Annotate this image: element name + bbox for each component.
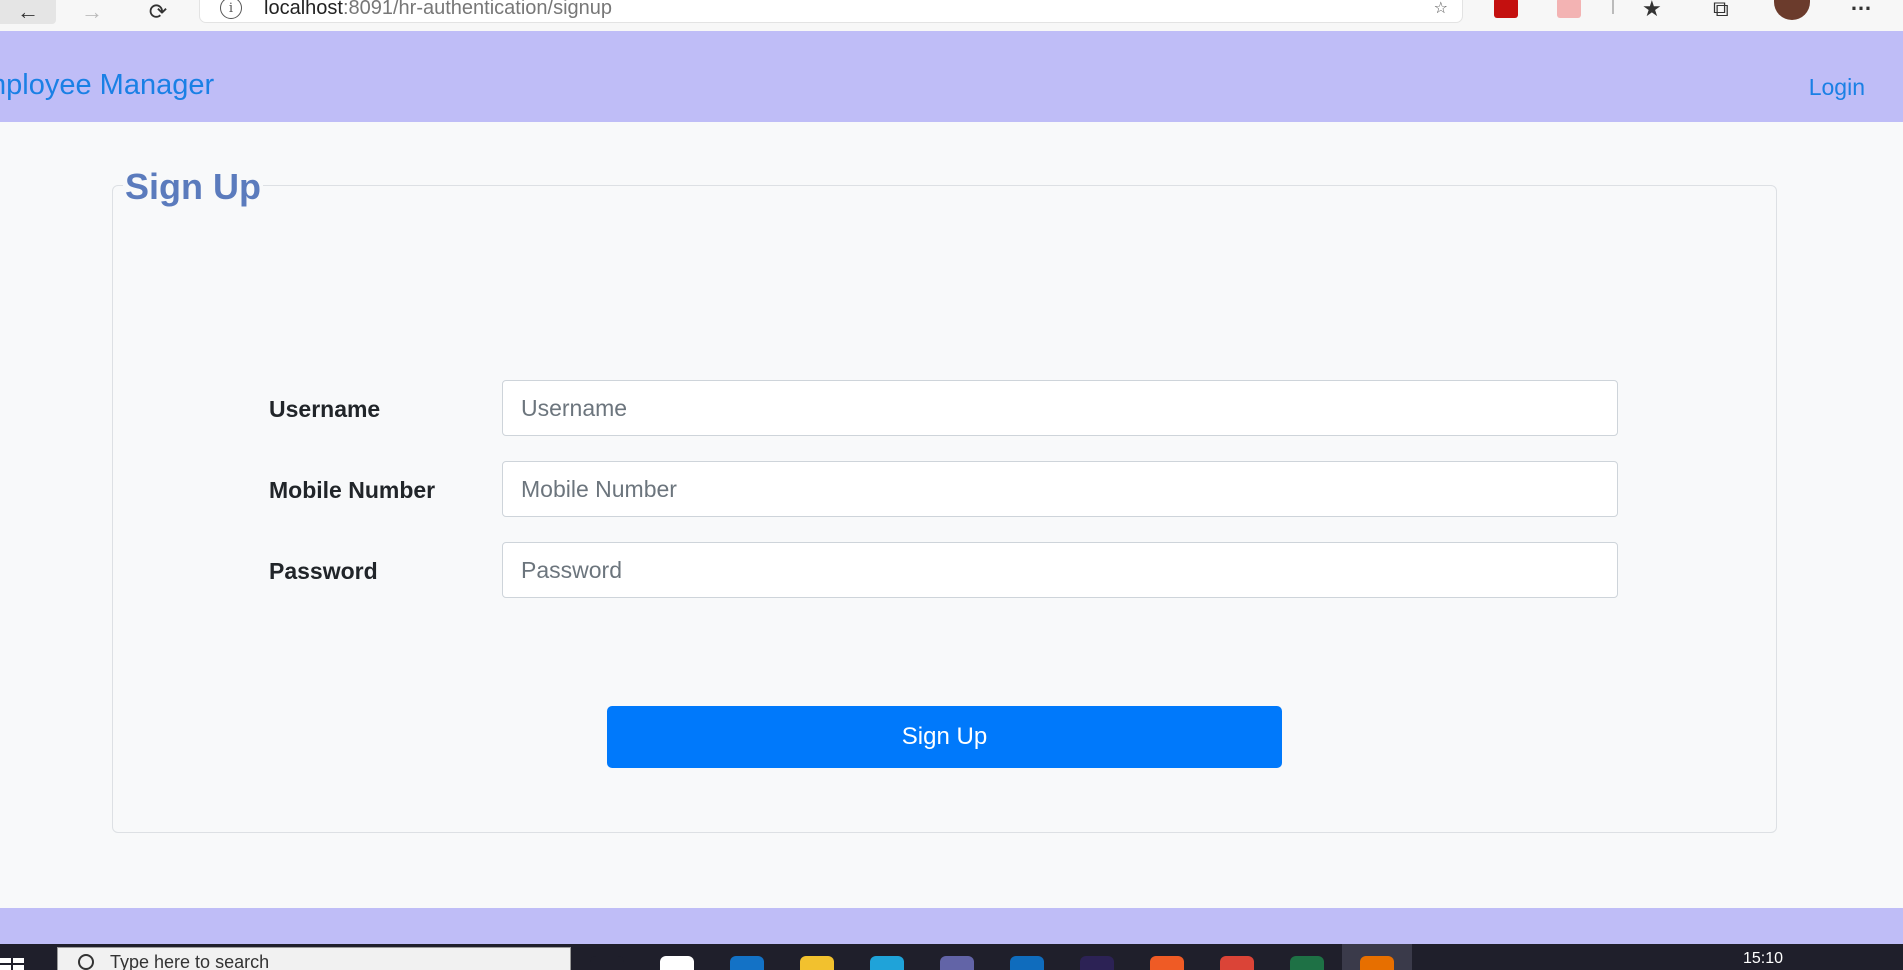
toolbar-divider <box>1612 0 1614 14</box>
mail-icon[interactable] <box>730 956 764 970</box>
mobile-number-row: Mobile Number <box>113 461 1776 517</box>
mobile-number-input[interactable] <box>502 461 1618 517</box>
back-arrow-icon[interactable]: ← <box>0 0 56 24</box>
task-view-icon[interactable] <box>590 956 624 970</box>
brand-link[interactable]: mployee Manager <box>0 69 214 102</box>
favorites-icon[interactable]: ★ <box>1642 0 1662 20</box>
collections-icon[interactable]: ⧉ <box>1713 0 1729 20</box>
eclipse-icon[interactable] <box>1080 956 1114 970</box>
taskbar-search-box[interactable]: Type here to search <box>57 947 571 970</box>
taskbar-search-placeholder: Type here to search <box>110 951 270 970</box>
add-favorite-icon[interactable]: ☆ <box>1434 0 1448 18</box>
outlook-icon[interactable] <box>1010 956 1044 970</box>
excel-icon[interactable] <box>1290 956 1324 970</box>
java-icon[interactable] <box>1342 944 1412 970</box>
signup-fieldset: Sign Up Username Mobile Number Password … <box>112 166 1777 833</box>
chrome-icon[interactable] <box>1220 956 1254 970</box>
info-icon[interactable]: i <box>220 0 242 19</box>
browser-toolbar: ← → ⟳ i localhost:8091/hr-authentication… <box>0 0 1903 31</box>
file-explorer-icon[interactable] <box>800 956 834 970</box>
windows-taskbar: Type here to search 15:10 <box>0 944 1903 970</box>
password-row: Password <box>113 542 1776 598</box>
store-icon[interactable] <box>660 956 694 970</box>
more-menu-icon[interactable]: … <box>1850 0 1873 14</box>
url-text[interactable]: localhost:8091/hr-authentication/signup <box>264 0 612 20</box>
app-footer <box>0 908 1903 944</box>
taskbar-clock[interactable]: 15:10 <box>1743 950 1783 968</box>
sign-up-button[interactable]: Sign Up <box>607 706 1282 768</box>
forward-arrow-icon[interactable]: → <box>70 0 114 24</box>
teams-icon[interactable] <box>940 956 974 970</box>
signup-legend: Sign Up <box>123 166 263 208</box>
profile-avatar[interactable] <box>1774 0 1810 20</box>
password-input[interactable] <box>502 542 1618 598</box>
mobile-number-label: Mobile Number <box>269 477 436 503</box>
acrobat-extension-icon[interactable] <box>1494 0 1518 18</box>
login-link[interactable]: Login <box>1809 74 1865 101</box>
search-icon <box>78 954 94 970</box>
windows-start-icon[interactable] <box>0 958 24 970</box>
app-navbar: mployee Manager Login <box>0 31 1903 122</box>
username-input[interactable] <box>502 380 1618 436</box>
refresh-icon[interactable]: ⟳ <box>140 0 176 24</box>
username-label: Username <box>269 396 381 422</box>
postman-icon[interactable] <box>1150 956 1184 970</box>
java-icon-glyph <box>1360 956 1394 970</box>
username-row: Username <box>113 380 1776 436</box>
pdf-extension-icon[interactable] <box>1557 0 1581 18</box>
address-bar[interactable]: i localhost:8091/hr-authentication/signu… <box>200 0 1462 22</box>
edge-icon[interactable] <box>870 956 904 970</box>
password-label: Password <box>269 558 378 584</box>
